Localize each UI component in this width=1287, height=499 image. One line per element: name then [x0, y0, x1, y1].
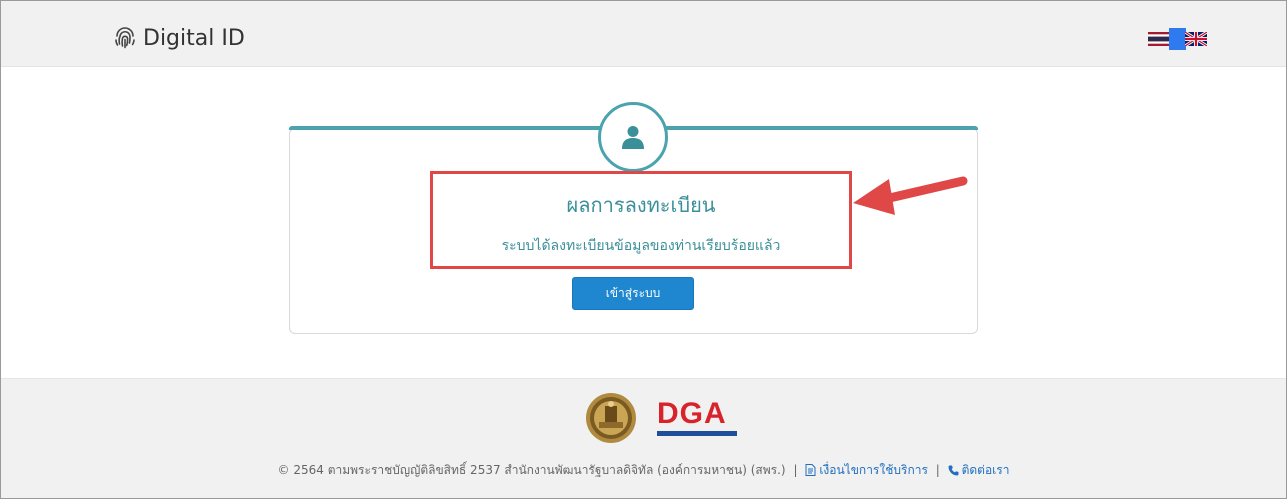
annotation-arrow-icon — [853, 176, 968, 215]
footer-separator: | — [935, 463, 940, 477]
footer — [1, 378, 1286, 498]
contact-link-label: ติดต่อเรา — [961, 463, 1010, 477]
phone-icon — [948, 465, 959, 476]
login-button[interactable]: เข้าสู่ระบบ — [572, 277, 694, 310]
terms-link-label: เงื่อนไขการใช้บริการ — [819, 463, 928, 477]
language-switcher — [1148, 28, 1207, 50]
copyright-text: © 2564 ตามพระราชบัญญัติลิขสิทธิ์ 2537 สำ… — [277, 463, 786, 477]
dga-logo: DGA — [657, 399, 737, 441]
footer-copyright-line: © 2564 ตามพระราชบัญญัติลิขสิทธิ์ 2537 สำ… — [1, 461, 1286, 480]
language-selected-indicator — [1169, 28, 1186, 50]
brand-link[interactable]: Digital ID — [113, 23, 245, 53]
footer-separator: | — [793, 463, 798, 477]
dga-logo-bar — [657, 431, 737, 436]
document-icon — [805, 464, 816, 476]
user-icon — [622, 126, 644, 149]
terms-link[interactable]: เงื่อนไขการใช้บริการ — [805, 463, 931, 477]
contact-link[interactable]: ติดต่อเรา — [948, 463, 1010, 477]
fingerprint-icon — [115, 27, 135, 49]
thai-flag-icon[interactable] — [1148, 32, 1170, 46]
result-title: ผลการลงทะเบียน — [566, 193, 716, 217]
government-seal-logo — [586, 393, 636, 443]
result-message: ระบบได้ลงทะเบียนข้อมูลของท่านเรียบร้อยแล… — [501, 238, 781, 254]
brand-title: Digital ID — [143, 25, 245, 51]
top-navbar: Digital ID — [1, 1, 1286, 67]
dga-logo-text: DGA — [657, 397, 727, 430]
uk-flag-icon[interactable] — [1185, 32, 1207, 46]
avatar — [598, 102, 668, 172]
